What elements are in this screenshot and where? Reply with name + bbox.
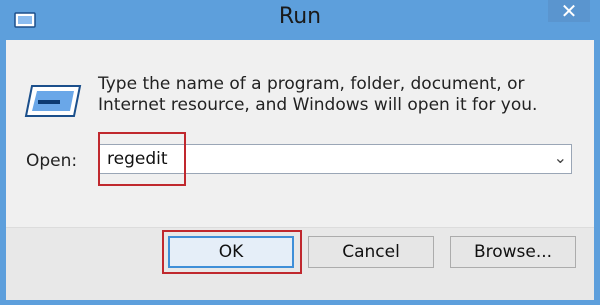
- dialog-body: Type the name of a program, folder, docu…: [6, 40, 594, 300]
- chevron-down-icon[interactable]: ⌄: [554, 148, 567, 167]
- highlight-ok-button: [162, 230, 302, 274]
- run-dialog: Run ✕ Type the name of a program, folder…: [0, 0, 600, 305]
- run-description: Type the name of a program, folder, docu…: [98, 74, 538, 115]
- highlight-open-value: [98, 132, 186, 186]
- close-button[interactable]: ✕: [548, 0, 590, 22]
- browse-button[interactable]: Browse...: [450, 236, 576, 268]
- close-icon: ✕: [560, 0, 578, 23]
- run-window-icon: [24, 85, 82, 117]
- title-bar[interactable]: Run ✕: [0, 0, 600, 40]
- cancel-button[interactable]: Cancel: [308, 236, 434, 268]
- window-title: Run: [278, 4, 322, 29]
- open-label: Open:: [26, 151, 78, 171]
